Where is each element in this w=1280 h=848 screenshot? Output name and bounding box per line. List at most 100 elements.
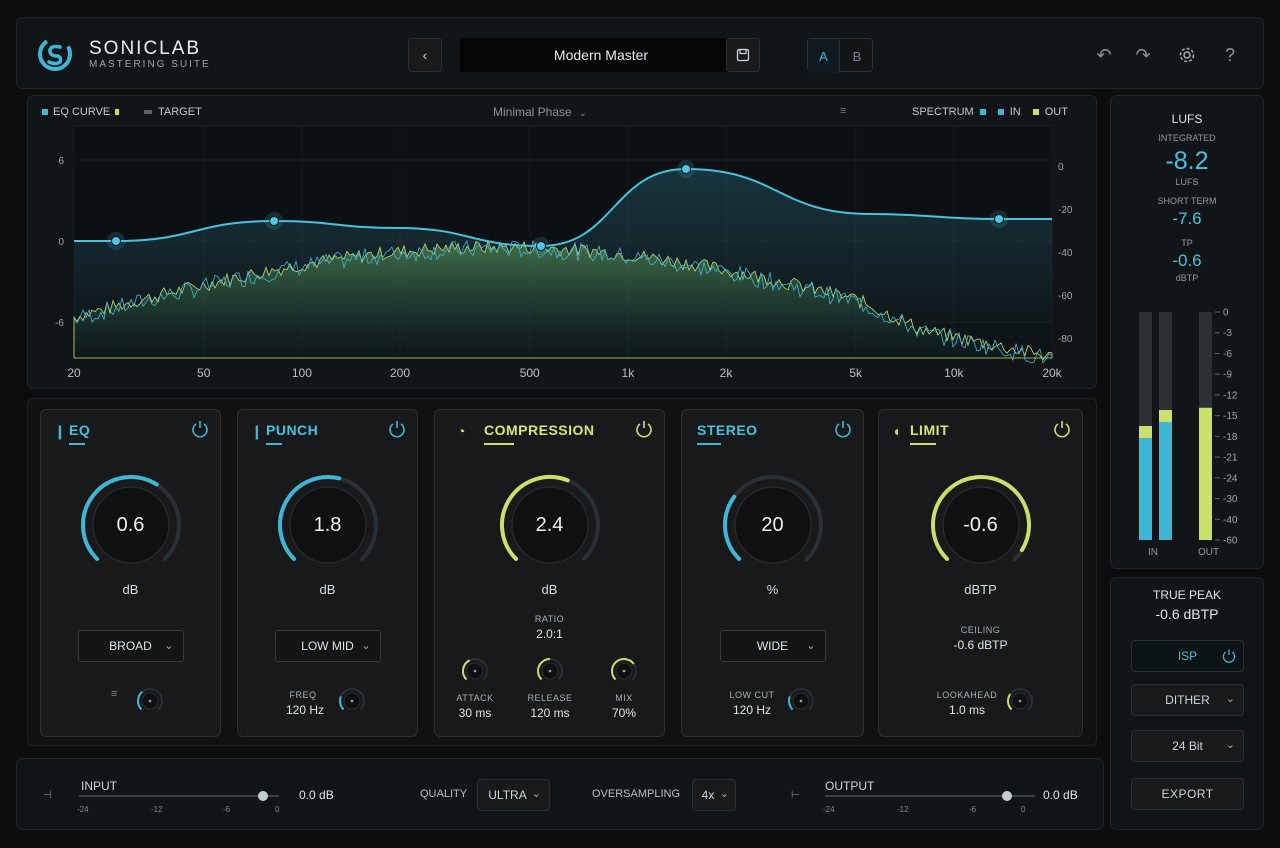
low-cut-knob[interactable]: [786, 686, 816, 716]
dither-label: DITHER: [1165, 693, 1210, 707]
freq-tick-label: 50: [197, 366, 211, 380]
meter-out-label: OUT: [1198, 547, 1220, 558]
mini-knob-dot: [473, 669, 477, 673]
punch-freq-knob[interactable]: [337, 686, 367, 716]
compression-gr-knob[interactable]: 2.4: [495, 470, 605, 580]
compression-power-icon[interactable]: [634, 419, 654, 439]
ab-b-button[interactable]: B: [841, 39, 873, 73]
input-value[interactable]: 0.0 dB: [299, 788, 334, 802]
eq-band-node[interactable]: [111, 236, 121, 246]
lookahead-value: 1.0 ms: [948, 703, 985, 717]
lookahead-knob[interactable]: [1005, 686, 1035, 716]
brand-name: SONICLAB: [89, 38, 202, 59]
mix-knob[interactable]: [609, 656, 639, 686]
release-knob[interactable]: [535, 656, 565, 686]
freq-tick-label: 20k: [1042, 366, 1062, 380]
tp-unit: dBTP: [1175, 273, 1199, 283]
mini-knob-dot: [350, 699, 354, 703]
compression-title-underline: [484, 443, 514, 445]
eq-band-node[interactable]: [269, 216, 279, 226]
ab-a-button[interactable]: A: [808, 39, 840, 73]
stereo-title: STEREO: [697, 422, 758, 438]
compression-unit: dB: [541, 582, 558, 597]
preset-save-button[interactable]: [726, 38, 760, 72]
preset-name-display[interactable]: Modern Master: [460, 38, 742, 72]
eq-band-node[interactable]: [536, 241, 546, 251]
input-scale-tick: 0: [275, 805, 280, 814]
meter-scale-label: -12: [1223, 390, 1238, 401]
mini-knob-dot: [622, 669, 626, 673]
ab-compare-group: A B: [807, 38, 873, 73]
mini-knob-dot: [548, 669, 552, 673]
eq-band-node[interactable]: [994, 214, 1004, 224]
ceiling-value[interactable]: -0.6 dBTP: [879, 638, 1082, 652]
db-tick-label: -6: [55, 318, 64, 329]
output-value[interactable]: 0.0 dB: [1043, 788, 1078, 802]
oversampling-dropdown[interactable]: 4x ⌄: [692, 779, 736, 811]
punch-power-icon[interactable]: [387, 419, 407, 439]
limit-power-icon[interactable]: [1052, 419, 1072, 439]
dither-dropdown[interactable]: DITHER ⌄: [1131, 684, 1244, 716]
freq-tick-label: 100: [292, 366, 312, 380]
mini-knob-arc: [339, 696, 345, 711]
punch-freq-value: 120 Hz: [285, 703, 325, 717]
eq-power-icon[interactable]: [190, 419, 210, 439]
quality-dropdown[interactable]: ULTRA ⌄: [477, 779, 550, 811]
help-icon[interactable]: ?: [1219, 44, 1241, 66]
eq-gain-value: 0.6: [116, 513, 145, 536]
eq-mini-knob[interactable]: [135, 686, 165, 716]
meter-scale-label: -24: [1223, 473, 1238, 484]
tp-label: TP: [1181, 238, 1193, 248]
eq-graph[interactable]: 1260-6-12 0-20-40-60-80 20501002005001k2…: [28, 96, 1096, 388]
true-peak-label: TRUE PEAK: [1152, 588, 1221, 602]
limit-output-knob[interactable]: -0.6: [926, 470, 1036, 580]
low-cut-label: LOW CUT: [729, 690, 775, 700]
short-term-value: -7.6: [1172, 209, 1202, 228]
module-punch: ❙ PUNCH 1.8 dB LOW MID ⌄ FREQ 120 Hz: [237, 409, 418, 737]
preset-prev-button[interactable]: ‹: [408, 38, 442, 72]
freq-tick-label: 1k: [622, 366, 636, 380]
stereo-width-knob[interactable]: 20: [718, 470, 828, 580]
short-term-label: SHORT TERM: [1157, 196, 1217, 206]
mix-value: 70%: [611, 706, 637, 720]
eq-band-node[interactable]: [681, 164, 691, 174]
ratio-value[interactable]: 2.0:1: [435, 627, 664, 641]
eq-spectrum-panel: EQ CURVE TARGET Minimal Phase ⌄ ≡ SPECTR…: [27, 95, 1097, 389]
freq-tick-label: 5k: [849, 366, 863, 380]
module-limit: ◖ LIMIT -0.6 dBTP CEILING -0.6 dBTP LOOK…: [878, 409, 1083, 737]
release-value: 120 ms: [530, 706, 570, 720]
punch-amount-knob[interactable]: 1.8: [273, 470, 383, 580]
bit-depth-dropdown[interactable]: 24 Bit ⌄: [1131, 730, 1244, 762]
settings-gear-icon[interactable]: [1176, 44, 1198, 66]
punch-unit: dB: [319, 582, 336, 597]
export-button[interactable]: EXPORT: [1131, 778, 1244, 810]
stereo-mode-dropdown[interactable]: WIDE ⌄: [719, 630, 826, 662]
brand-subtitle: MASTERING SUITE: [89, 59, 211, 70]
eq-mode-value: BROAD: [109, 639, 152, 653]
punch-title-underline: [266, 443, 282, 445]
freq-tick-label: 2k: [720, 366, 734, 380]
freq-tick-label: 200: [390, 366, 410, 380]
isp-toggle[interactable]: ISP: [1131, 640, 1244, 672]
redo-icon[interactable]: ↷: [1132, 44, 1154, 66]
chevron-down-icon: ⌄: [1225, 693, 1235, 705]
undo-icon[interactable]: ↶: [1093, 44, 1115, 66]
save-icon: [736, 48, 750, 62]
chevron-down-icon: ⌄: [164, 640, 174, 652]
chevron-down-icon: ⌄: [806, 640, 816, 652]
freq-tick-label: 500: [520, 366, 540, 380]
eq-mode-dropdown[interactable]: BROAD ⌄: [77, 630, 184, 662]
punch-band-value: LOW MID: [301, 639, 354, 653]
meter-in-left-cap: [1139, 426, 1152, 438]
spectrum-db-tick-label: -60: [1058, 291, 1073, 302]
punch-band-dropdown[interactable]: LOW MID ⌄: [274, 630, 381, 662]
release-label: RELEASE: [527, 693, 573, 703]
integrated-label: INTEGRATED: [1158, 133, 1216, 143]
stereo-power-icon[interactable]: [833, 419, 853, 439]
stereo-title-underline: [697, 443, 721, 445]
integrated-value: -8.2: [1165, 147, 1209, 175]
attack-knob[interactable]: [460, 656, 490, 686]
chevron-down-icon: ⌄: [531, 788, 541, 800]
eq-gain-knob[interactable]: 0.6: [76, 470, 186, 580]
ratio-label: RATIO: [534, 614, 565, 624]
